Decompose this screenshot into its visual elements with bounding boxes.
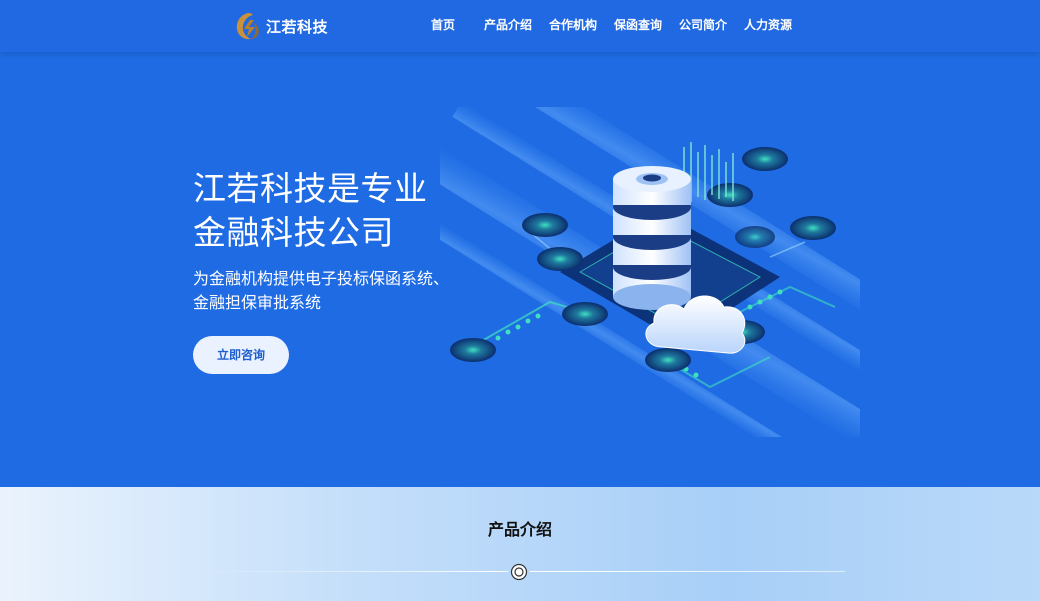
nav-item-products[interactable]: 产品介绍	[484, 17, 532, 33]
nav-item-hr[interactable]: 人力资源	[744, 17, 792, 33]
products-section: 产品介绍	[0, 487, 1040, 601]
brand-logo[interactable]: 江若科技	[234, 10, 328, 42]
server-cloud-illustration	[440, 107, 860, 437]
divider-line-right	[530, 571, 845, 572]
hero-title-line-2: 金融科技公司	[193, 213, 394, 252]
hero-banner: 江若科技是专业 金融科技公司 为金融机构提供电子投标保函系统、金融担保审批系统 …	[0, 52, 1040, 487]
hero-subtitle: 为金融机构提供电子投标保函系统、金融担保审批系统	[193, 269, 450, 312]
nav-item-partners[interactable]: 合作机构	[549, 17, 597, 33]
nav-item-home[interactable]: 首页	[431, 17, 455, 33]
divider-line-left	[193, 571, 508, 572]
products-section-title: 产品介绍	[487, 520, 552, 539]
ring-icon	[510, 563, 528, 581]
nav-item-about[interactable]: 公司简介	[679, 17, 727, 33]
hero-title: 江若科技是专业 金融科技公司	[193, 167, 428, 255]
hero-title-line-1: 江若科技是专业	[193, 169, 428, 208]
consult-button[interactable]: 立即咨询	[193, 336, 289, 374]
brand-name: 江若科技	[266, 17, 329, 36]
nav-item-guarantee-query[interactable]: 保函查询	[614, 17, 662, 33]
brand-logo-icon	[236, 13, 259, 40]
site-header: 江若科技 首页 产品介绍 合作机构 保函查询 公司简介 人力资源	[0, 0, 1040, 52]
